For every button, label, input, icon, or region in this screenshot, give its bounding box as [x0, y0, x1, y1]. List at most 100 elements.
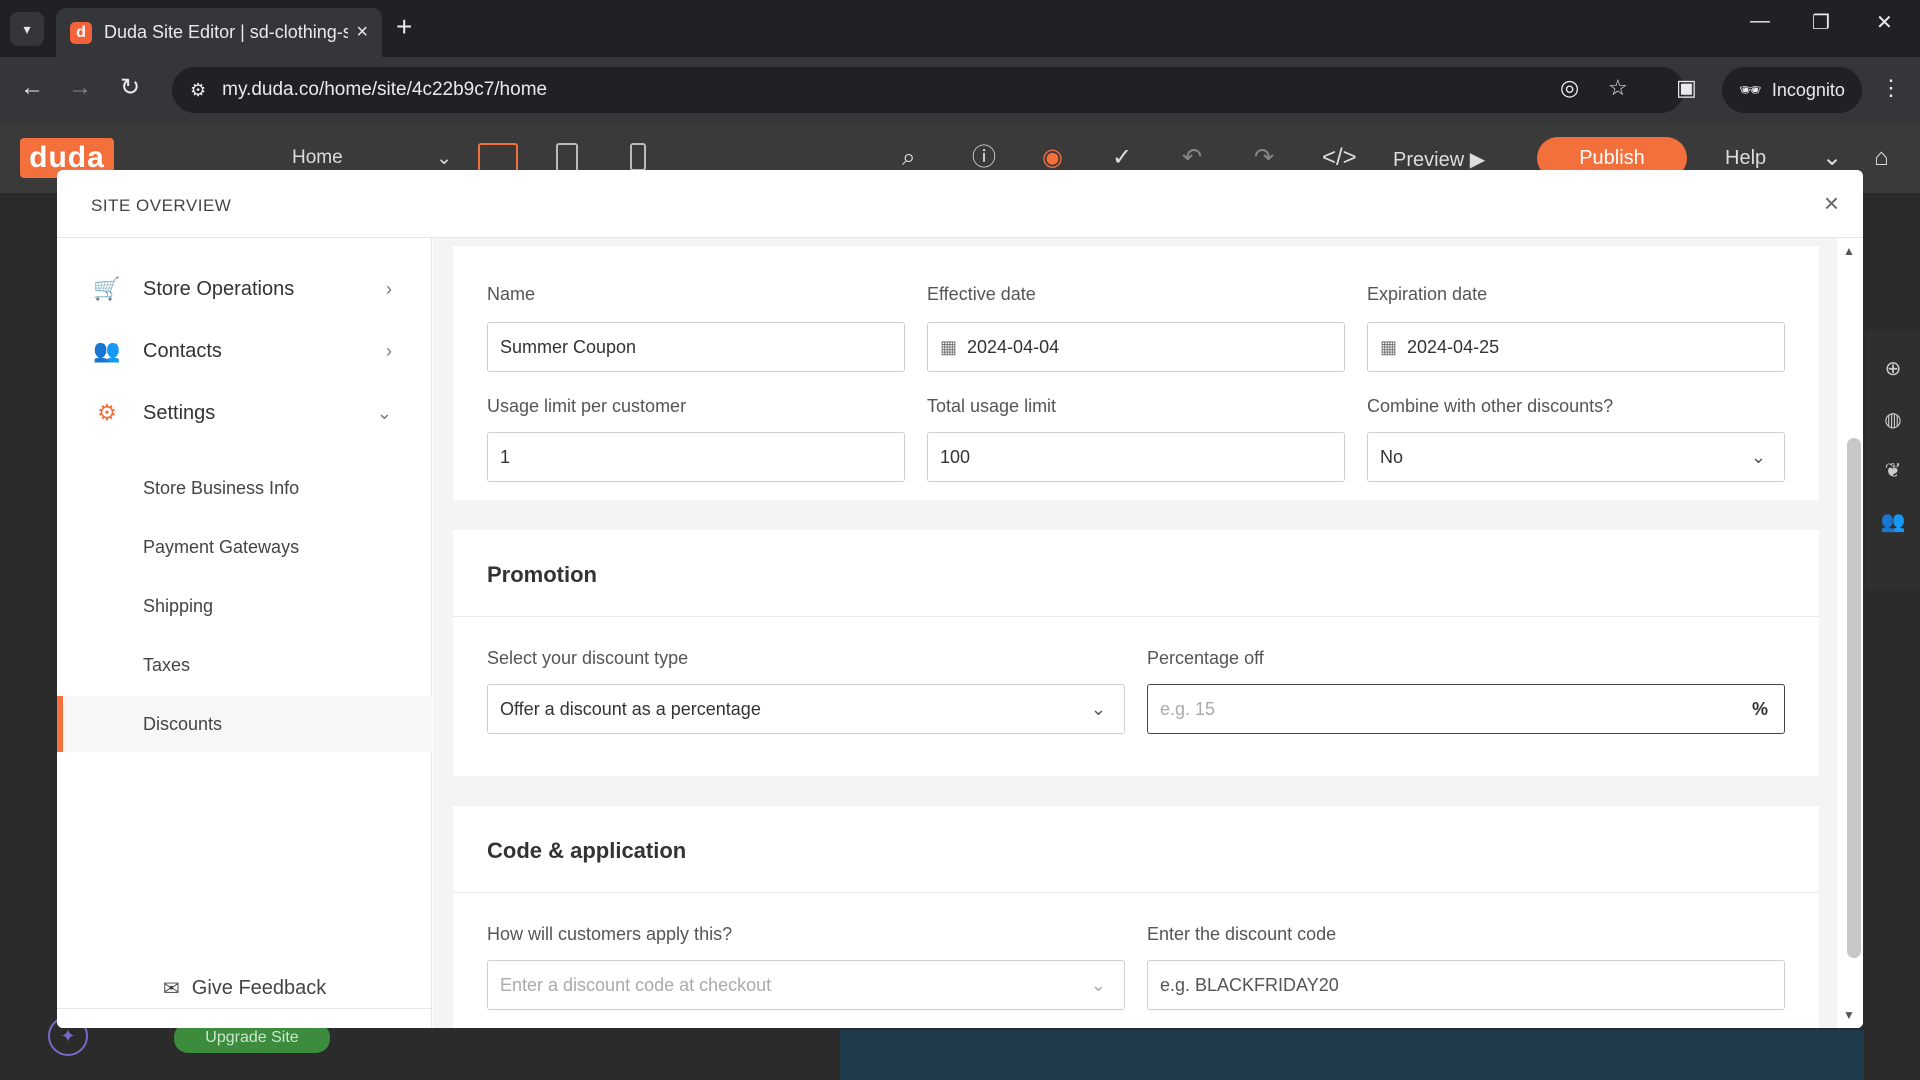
- apply-method-label: How will customers apply this?: [487, 924, 733, 944]
- chevron-down-icon: ⌄: [1090, 698, 1106, 719]
- usage-limit-customer-label: Usage limit per customer: [487, 396, 687, 416]
- scrollbar-thumb[interactable]: [1847, 438, 1861, 958]
- modal-title: SITE OVERVIEW: [91, 196, 232, 215]
- chevron-down-icon: ⌄: [436, 148, 452, 169]
- combine-discounts-label: Combine with other discounts?: [1367, 396, 1614, 416]
- preview-button[interactable]: Preview ▶: [1393, 147, 1485, 172]
- reload-icon[interactable]: ↻: [120, 75, 140, 101]
- code-application-title: Code & application: [487, 838, 687, 863]
- restore-icon[interactable]: ❐: [1812, 10, 1830, 35]
- bookmark-star-icon[interactable]: ☆: [1608, 75, 1628, 101]
- sidebar-item-contacts[interactable]: 👥 Contacts ›: [57, 326, 432, 376]
- minimize-icon[interactable]: —: [1750, 10, 1770, 33]
- side-panel-icon[interactable]: ▣: [1676, 75, 1697, 101]
- redo-icon[interactable]: ↷: [1254, 145, 1274, 171]
- close-window-icon[interactable]: ✕: [1876, 10, 1893, 35]
- total-usage-limit-input[interactable]: 100: [927, 432, 1345, 482]
- effective-date-input[interactable]: ▦ 2024-04-04: [927, 322, 1345, 372]
- feedback-icon: ✉: [163, 978, 180, 1000]
- scroll-down-icon[interactable]: ▼: [1843, 1008, 1855, 1022]
- chevron-right-icon: ›: [386, 278, 392, 299]
- percentage-off-input[interactable]: e.g. 15 %: [1147, 684, 1785, 734]
- page-selector[interactable]: Home ⌄: [292, 147, 452, 170]
- name-value: Summer Coupon: [500, 336, 637, 357]
- expiration-date-value: 2024-04-25: [1407, 336, 1500, 357]
- chevron-down-icon: ⌄: [376, 402, 392, 423]
- gear-icon: ⚙: [97, 400, 117, 425]
- discount-code-input[interactable]: e.g. BLACKFRIDAY20: [1147, 960, 1785, 1010]
- modal-header: SITE OVERVIEW ×: [57, 170, 1863, 238]
- zoom-in-icon[interactable]: ⊕: [1866, 356, 1920, 381]
- browser-tab[interactable]: d Duda Site Editor | sd-clothing-s ×: [56, 8, 382, 57]
- desktop-view-icon[interactable]: [478, 143, 518, 173]
- effective-date-value: 2024-04-04: [967, 336, 1060, 357]
- info-icon[interactable]: ⓘ: [972, 145, 996, 171]
- incognito-icon: 🕶: [1739, 79, 1762, 100]
- tab-search-button[interactable]: ▾: [10, 12, 44, 46]
- eye-off-icon[interactable]: ◎: [1560, 75, 1579, 101]
- close-icon[interactable]: ×: [1824, 188, 1839, 219]
- scroll-up-icon[interactable]: ▲: [1843, 244, 1855, 258]
- incognito-badge[interactable]: 🕶 Incognito: [1722, 67, 1862, 113]
- give-feedback-button[interactable]: ✉ Give Feedback: [163, 976, 326, 1001]
- url-field[interactable]: ⚙ my.duda.co/home/site/4c22b9c7/home: [172, 67, 1684, 113]
- chevron-right-icon: ›: [386, 340, 392, 361]
- cart-icon: 🛒: [93, 276, 121, 301]
- comments-icon[interactable]: ◉: [1042, 145, 1063, 171]
- leaf-icon[interactable]: ❦: [1866, 458, 1920, 483]
- help-label: Help: [1725, 147, 1767, 169]
- site-overview-modal: SITE OVERVIEW × 🛒 Store Operations › 👥 C…: [57, 170, 1863, 1028]
- sidebar-item-label: Contacts: [143, 339, 222, 362]
- sidebar-item-taxes[interactable]: Taxes: [57, 637, 432, 693]
- calendar-icon: ▦: [1380, 336, 1398, 357]
- sidebar-item-settings[interactable]: ⚙ Settings ⌄: [57, 388, 432, 438]
- home-icon[interactable]: ⌂: [1874, 145, 1889, 171]
- browser-menu-icon[interactable]: ⋮: [1880, 75, 1902, 101]
- section-divider: [453, 616, 1819, 617]
- sidebar-item-store-business-info[interactable]: Store Business Info: [57, 460, 432, 516]
- duda-favicon-icon: d: [70, 21, 92, 44]
- new-tab-button[interactable]: +: [396, 12, 412, 42]
- expiration-date-input[interactable]: ▦ 2024-04-25: [1367, 322, 1785, 372]
- chat-icon[interactable]: ◍: [1866, 407, 1920, 432]
- code-icon[interactable]: </>: [1322, 145, 1357, 171]
- back-icon[interactable]: ←: [20, 75, 44, 101]
- site-info-icon[interactable]: ⚙: [190, 80, 206, 101]
- discount-type-select[interactable]: Offer a discount as a percentage ⌄: [487, 684, 1125, 734]
- search-icon[interactable]: ⌕: [902, 145, 915, 171]
- apply-method-select[interactable]: Enter a discount code at checkout ⌄: [487, 960, 1125, 1010]
- sidebar-item-discounts[interactable]: Discounts: [57, 696, 432, 752]
- percentage-off-placeholder: e.g. 15: [1160, 698, 1216, 719]
- help-chevron-icon[interactable]: ⌄: [1822, 145, 1842, 171]
- usage-limit-customer-input[interactable]: 1: [487, 432, 905, 482]
- discount-code-placeholder: e.g. BLACKFRIDAY20: [1160, 974, 1339, 995]
- tablet-view-icon[interactable]: [556, 143, 578, 173]
- close-tab-icon[interactable]: ×: [356, 21, 368, 44]
- help-button[interactable]: Help: [1725, 147, 1766, 170]
- details-card: Name Summer Coupon Effective date ▦ 2024…: [453, 246, 1819, 500]
- sidebar-item-payment-gateways[interactable]: Payment Gateways: [57, 519, 432, 575]
- undo-icon[interactable]: ↶: [1182, 145, 1202, 171]
- mobile-view-icon[interactable]: [630, 143, 646, 171]
- preview-label: Preview: [1393, 149, 1465, 171]
- combine-discounts-select[interactable]: No ⌄: [1367, 432, 1785, 482]
- sidebar-item-shipping[interactable]: Shipping: [57, 578, 432, 634]
- people-icon[interactable]: 👥: [1866, 509, 1920, 534]
- checkmark-icon[interactable]: ✓: [1112, 145, 1132, 171]
- page-selector-label: Home: [292, 147, 343, 168]
- sidebar-item-store-operations[interactable]: 🛒 Store Operations ›: [57, 264, 432, 314]
- section-divider: [453, 892, 1819, 893]
- forward-icon[interactable]: →: [68, 75, 92, 101]
- combine-discounts-value: No: [1380, 446, 1404, 467]
- percentage-off-label: Percentage off: [1147, 648, 1264, 668]
- sidebar-item-label: Store Operations: [143, 277, 295, 300]
- sidebar-divider: [57, 1008, 432, 1009]
- discount-code-label: Enter the discount code: [1147, 924, 1337, 944]
- sidebar-item-label: Settings: [143, 401, 216, 424]
- name-input[interactable]: Summer Coupon: [487, 322, 905, 372]
- usage-limit-customer-value: 1: [500, 446, 511, 467]
- incognito-label: Incognito: [1771, 79, 1845, 100]
- url-text: my.duda.co/home/site/4c22b9c7/home: [222, 79, 548, 100]
- promotion-card: Promotion Select your discount type Offe…: [453, 530, 1819, 776]
- discount-type-label: Select your discount type: [487, 648, 689, 668]
